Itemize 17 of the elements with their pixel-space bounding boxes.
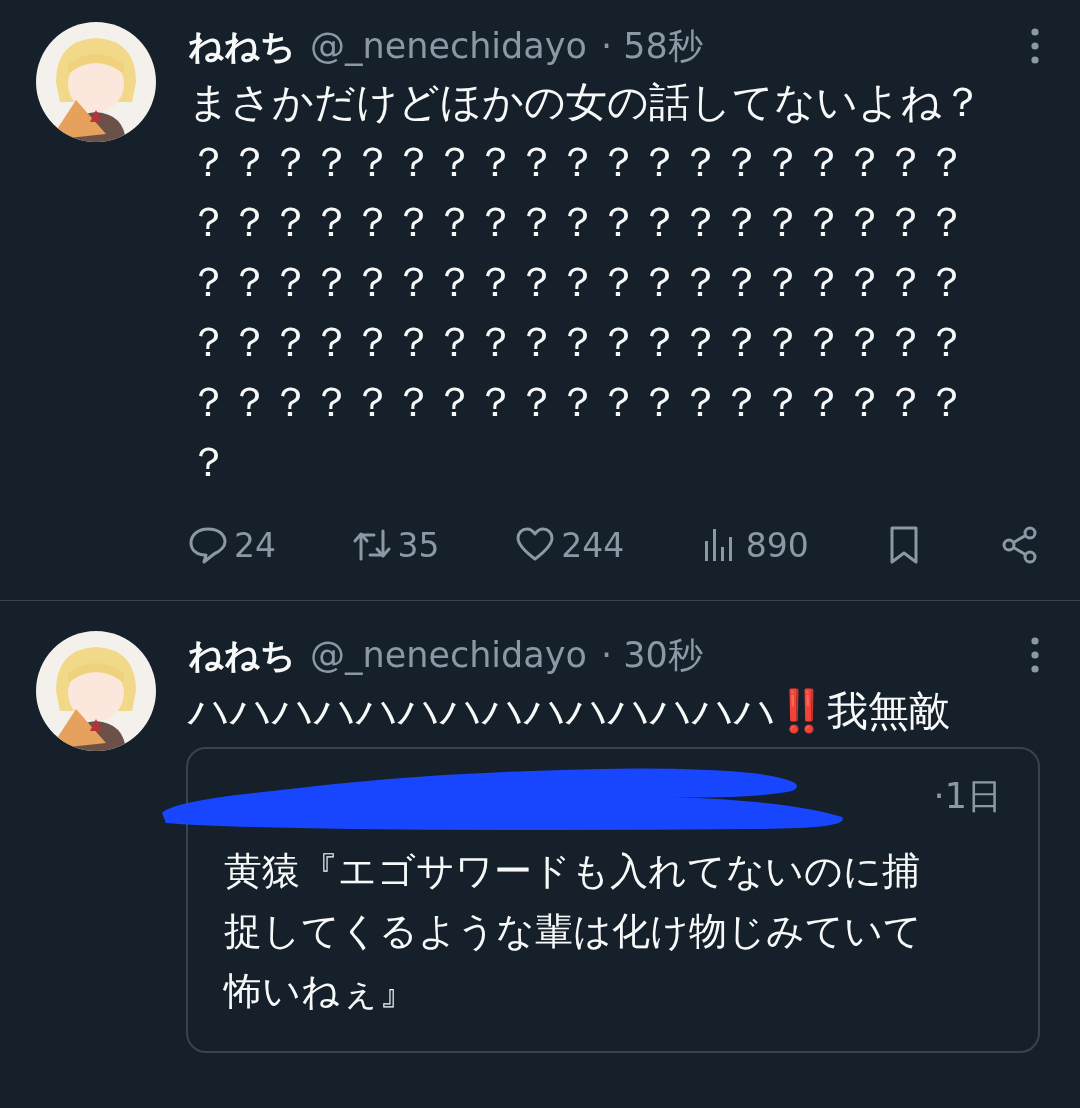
quote-text: 黄猿『エゴサワードも入れてないのに捕捉してくるような輩は化け物じみていて怖いねぇ』 bbox=[224, 848, 923, 1015]
user-handle[interactable]: @_nenechidayo bbox=[310, 635, 587, 675]
display-name[interactable]: ねねち bbox=[188, 631, 296, 679]
retweet-button[interactable]: 35 bbox=[351, 525, 440, 565]
reply-button[interactable]: 24 bbox=[188, 525, 276, 565]
more-icon[interactable] bbox=[1030, 635, 1040, 675]
timestamp: · 58秒 bbox=[600, 24, 703, 68]
reply-icon bbox=[188, 525, 228, 565]
like-button[interactable]: 244 bbox=[515, 525, 625, 565]
quote-timestamp: ·1日 bbox=[933, 774, 1002, 818]
more-icon[interactable] bbox=[1030, 26, 1040, 66]
user-handle[interactable]: @_nenechidayo bbox=[310, 26, 587, 66]
tweet-text: まさかだけどほかの女の話してないよね？？？？？？？？？？？？？？？？？？？？？？？？？？？？？？？？？？？？？？？？？？？？？？？？？？？？？？？？？？？？？？？？？？？？？？？？？？？？？？？？？？？？？？？？？？？？？？？？？ bbox=[188, 77, 984, 488]
tweet-text: ハハハハハハハハハハハハハハ‼我無敵 bbox=[188, 686, 951, 737]
display-name[interactable]: ねねち bbox=[188, 22, 296, 70]
views-button[interactable]: 890 bbox=[699, 525, 809, 565]
timestamp: · 30秒 bbox=[600, 633, 703, 677]
